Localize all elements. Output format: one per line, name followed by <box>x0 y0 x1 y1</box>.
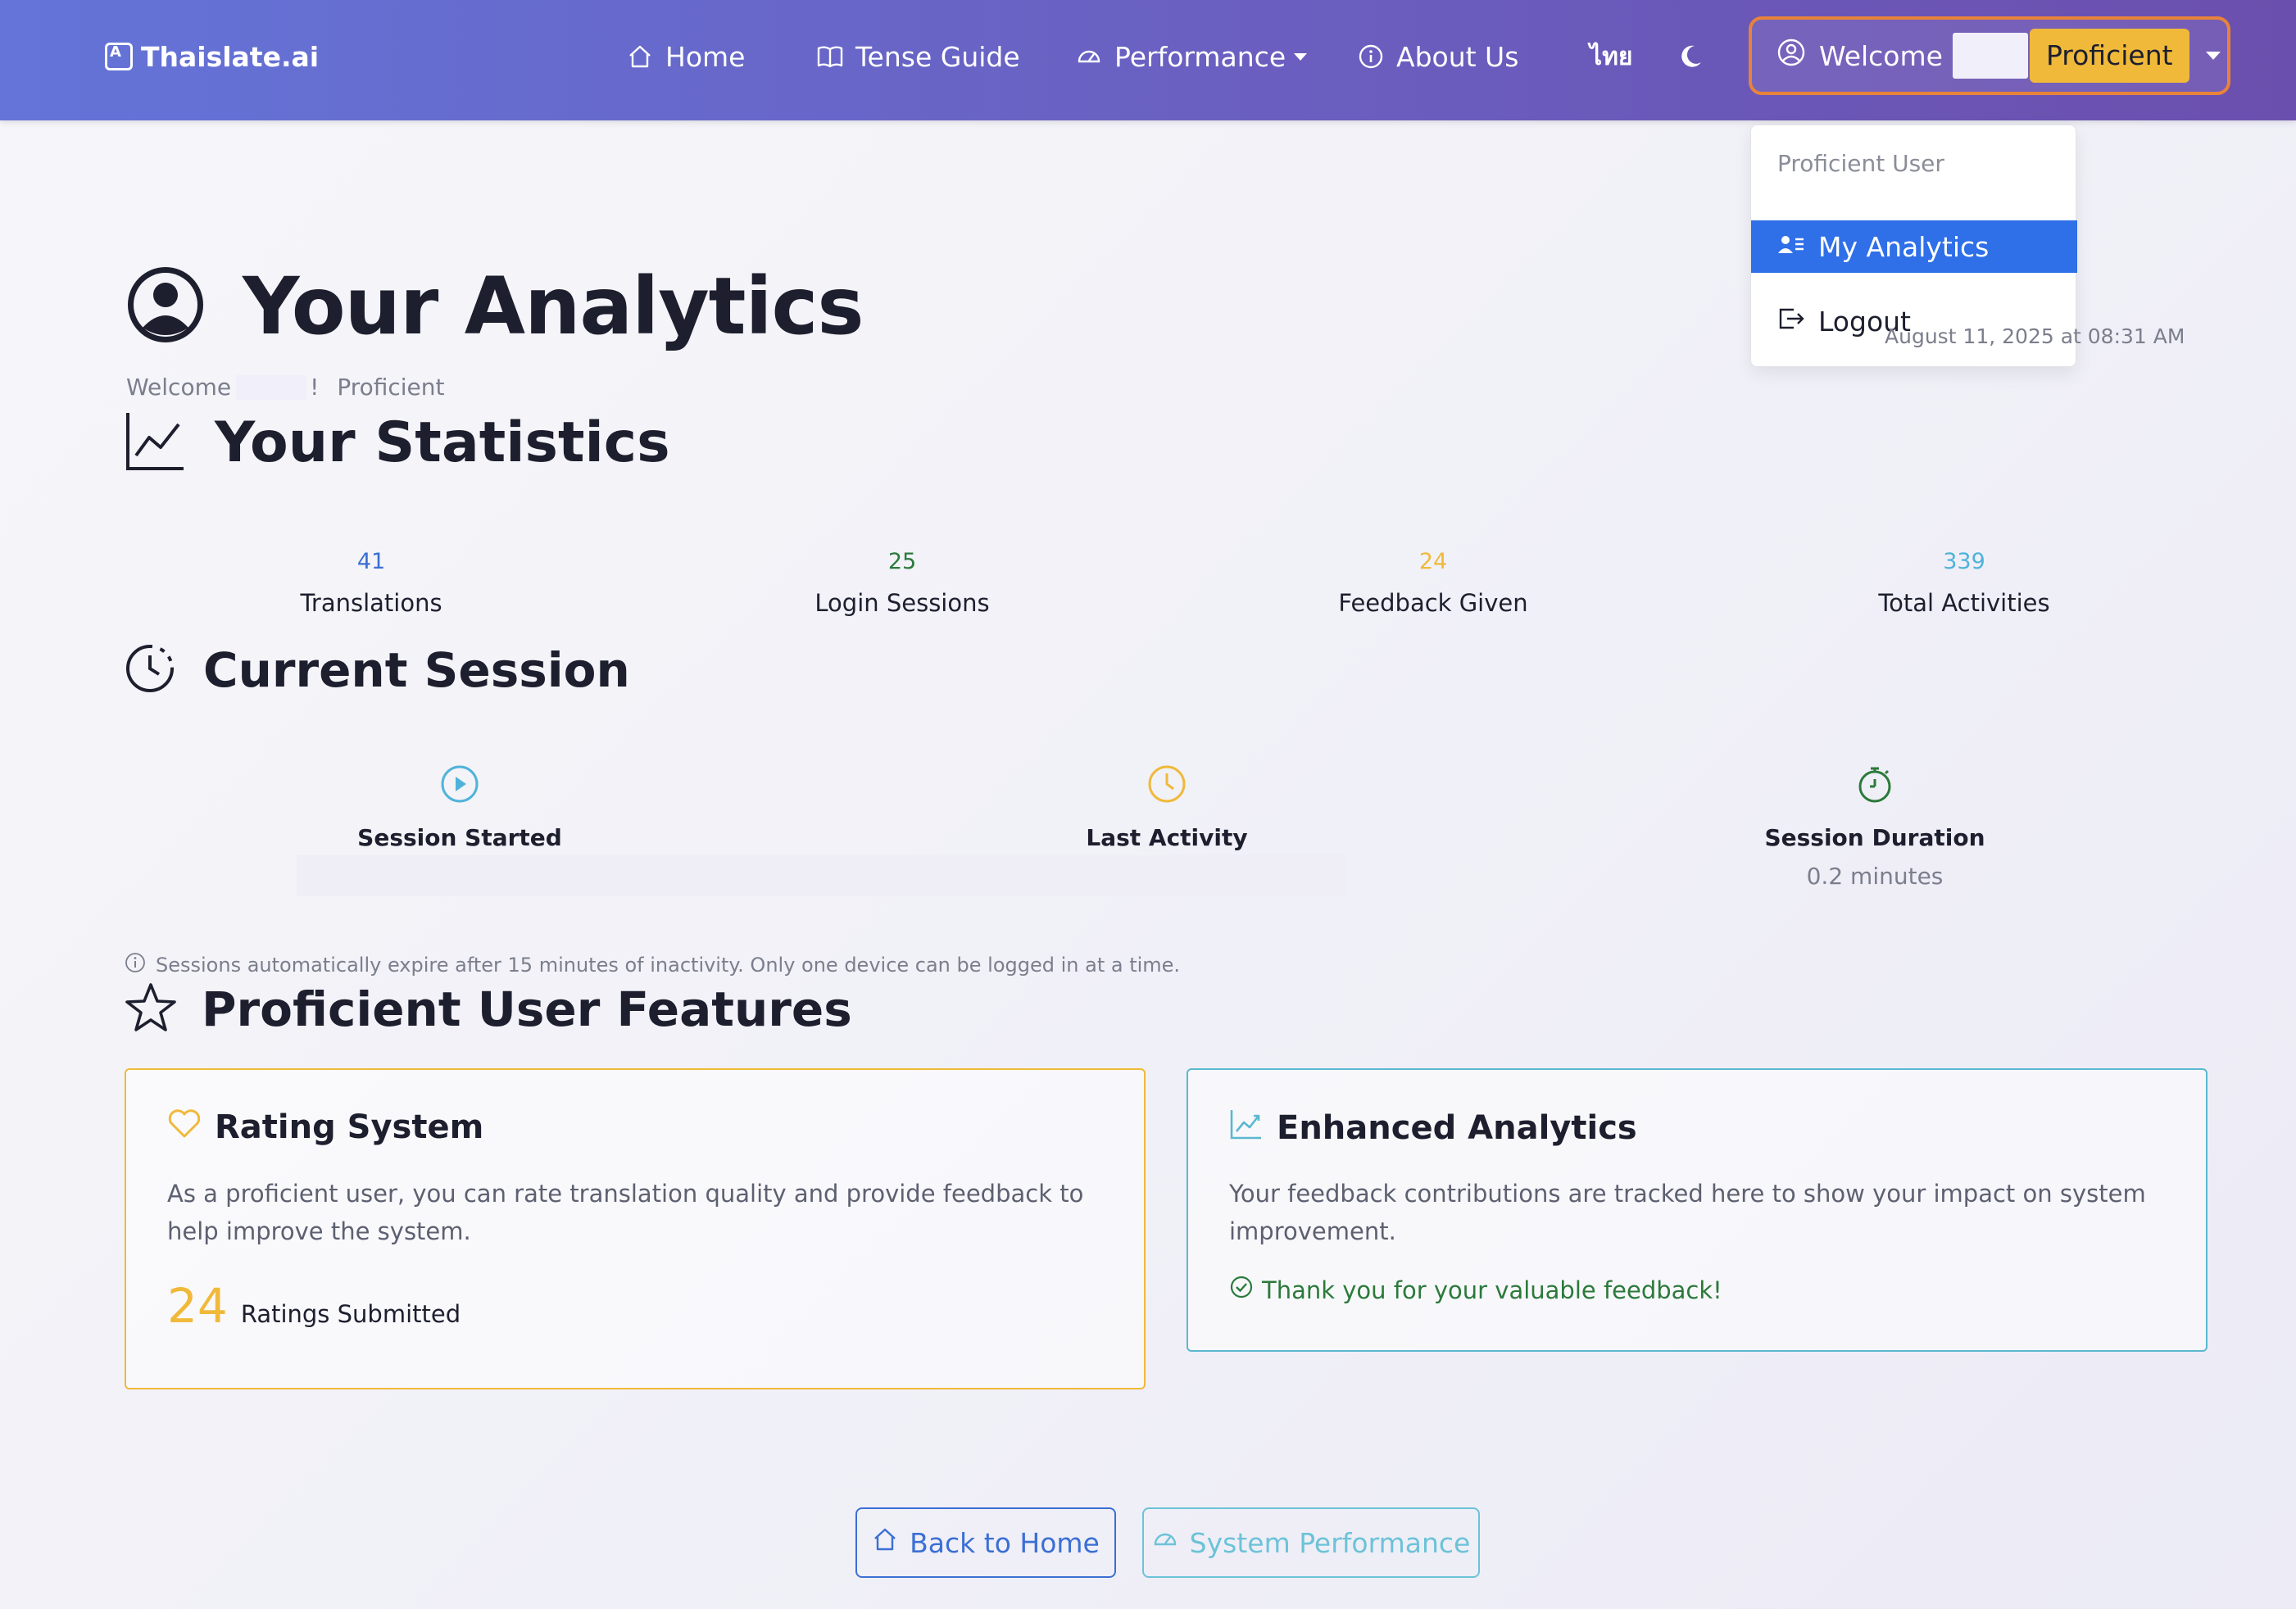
line-chart-icon <box>125 410 187 475</box>
chevron-down-icon <box>2205 52 2221 60</box>
page-title: Your Analytics <box>125 261 864 352</box>
session-last-activity: Last Activity <box>1003 764 1331 851</box>
nav-tense-guide-label: Tense Guide <box>855 40 1020 73</box>
nav-home-label: Home <box>665 40 746 73</box>
back-to-home-button[interactable]: Back to Home <box>855 1507 1116 1578</box>
user-circle-icon <box>1776 38 1806 74</box>
stat-login-sessions: 25 Login Sessions <box>738 549 1066 617</box>
stat-total-activities: 339 Total Activities <box>1800 549 2128 617</box>
user-list-icon <box>1777 231 1805 263</box>
redacted-username <box>236 374 307 400</box>
stat-label: Total Activities <box>1878 589 2050 617</box>
stat-label: Feedback Given <box>1338 589 1528 617</box>
session-value: 0.2 minutes <box>1806 863 1944 890</box>
thanks-message: Thank you for your valuable feedback! <box>1229 1275 1722 1305</box>
redacted-username <box>1952 33 2028 79</box>
session-label: Session Started <box>357 824 562 851</box>
stat-translations: 41 Translations <box>207 549 535 617</box>
logout-icon <box>1777 306 1805 338</box>
welcome-punct: ! <box>310 374 320 401</box>
translate-icon <box>105 43 133 70</box>
stopwatch-icon <box>1854 764 1895 808</box>
user-circle-icon <box>125 264 206 349</box>
speedometer-icon <box>1075 43 1103 70</box>
level-badge: Proficient <box>2029 29 2189 83</box>
theme-toggle[interactable] <box>1677 36 1704 77</box>
brand-name: Thaislate.ai <box>141 40 320 73</box>
session-duration: Session Duration 0.2 minutes <box>1711 764 2039 890</box>
session-note: Sessions automatically expire after 15 m… <box>125 952 1180 978</box>
stat-value: 24 <box>1418 549 1448 574</box>
trending-up-icon <box>1229 1108 1264 1149</box>
language-toggle[interactable]: ไทย <box>1590 36 1632 77</box>
clock-icon <box>125 643 175 697</box>
play-circle-icon <box>439 764 480 808</box>
statistics-title: Your Statistics <box>215 410 670 475</box>
card-title: Rating System <box>215 1108 484 1146</box>
book-icon <box>816 43 844 70</box>
clock-icon <box>1146 764 1187 808</box>
nav-home[interactable]: Home <box>626 36 745 77</box>
chevron-down-icon <box>1294 52 1308 61</box>
rating-system-card: Rating System As a proficient user, you … <box>125 1068 1146 1389</box>
ratings-label: Ratings Submitted <box>240 1300 461 1328</box>
nav-about-label: About Us <box>1396 40 1519 73</box>
system-performance-button[interactable]: System Performance <box>1142 1507 1480 1578</box>
button-label: Back to Home <box>910 1526 1100 1559</box>
session-started: Session Started <box>296 764 624 851</box>
ratings-submitted: 24 Ratings Submitted <box>167 1278 461 1334</box>
nav-performance[interactable]: Performance <box>1075 36 1308 77</box>
features-heading: Proficient User Features <box>125 981 852 1037</box>
menu-item-my-analytics[interactable]: My Analytics <box>1751 220 2077 273</box>
session-label: Session Duration <box>1764 824 1985 851</box>
home-icon <box>626 43 654 70</box>
card-description: Your feedback contributions are tracked … <box>1229 1180 2146 1245</box>
navbar: Thaislate.ai Home Tense Guide Performanc… <box>0 0 2296 120</box>
button-label: System Performance <box>1189 1526 1471 1559</box>
home-icon <box>872 1526 898 1559</box>
check-circle-icon <box>1229 1275 1254 1305</box>
last-login-timestamp: August 11, 2025 at 08:31 AM <box>1885 324 2185 348</box>
stat-value: 41 <box>356 549 386 574</box>
stat-value: 339 <box>1943 549 1985 574</box>
statistics-heading: Your Statistics <box>125 410 670 475</box>
brand-logo[interactable]: Thaislate.ai <box>105 36 319 77</box>
menu-item-label: My Analytics <box>1818 230 1990 263</box>
card-title: Enhanced Analytics <box>1277 1109 1637 1147</box>
features-title: Proficient User Features <box>202 981 852 1037</box>
user-menu-button[interactable]: Welcome Proficient <box>1749 16 2230 95</box>
session-label: Last Activity <box>1086 824 1248 851</box>
session-title: Current Session <box>203 642 630 698</box>
welcome-subtitle: Welcome ! Proficient <box>126 374 445 401</box>
user-welcome-label: Welcome <box>1819 39 1943 72</box>
star-icon <box>125 981 177 1037</box>
thanks-text: Thank you for your valuable feedback! <box>1262 1276 1722 1304</box>
nav-about[interactable]: About Us <box>1357 36 1518 77</box>
heart-icon <box>167 1108 202 1147</box>
redacted-session-times <box>297 855 1345 896</box>
welcome-label: Welcome <box>126 374 232 401</box>
page-title-text: Your Analytics <box>243 261 864 352</box>
nav-performance-label: Performance <box>1114 40 1286 73</box>
ratings-count: 24 <box>167 1278 228 1334</box>
moon-icon <box>1677 43 1704 70</box>
nav-tense-guide[interactable]: Tense Guide <box>816 36 1020 77</box>
session-heading: Current Session <box>125 642 630 698</box>
stat-value: 25 <box>887 549 917 574</box>
info-icon <box>125 952 146 978</box>
level-label: Proficient <box>337 374 445 401</box>
stat-label: Translations <box>300 589 442 617</box>
speedometer-icon <box>1152 1526 1178 1559</box>
info-icon <box>1357 43 1385 70</box>
stat-feedback-given: 24 Feedback Given <box>1269 549 1597 617</box>
stat-label: Login Sessions <box>814 589 990 617</box>
session-note-text: Sessions automatically expire after 15 m… <box>156 954 1181 977</box>
enhanced-analytics-card: Enhanced Analytics Your feedback contrib… <box>1187 1068 2208 1352</box>
dropdown-header: Proficient User <box>1777 150 1944 177</box>
card-description: As a proficient user, you can rate trans… <box>167 1180 1084 1245</box>
